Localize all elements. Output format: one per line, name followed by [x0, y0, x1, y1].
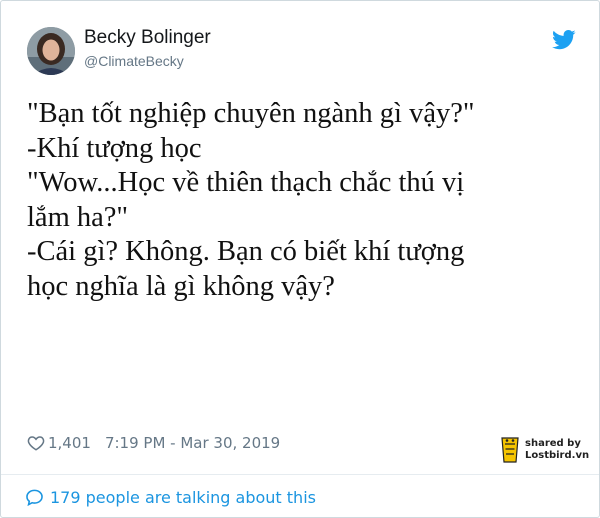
lostbird-logo-icon — [501, 437, 519, 463]
tweet-card: Becky Bolinger @ClimateBecky "Bạn tốt ng… — [0, 0, 600, 518]
twitter-bird-icon[interactable] — [552, 30, 576, 50]
speech-bubble-icon — [26, 489, 43, 506]
lostbird-badge: shared by Lostbird.vn — [499, 432, 589, 468]
heart-icon[interactable] — [27, 434, 45, 452]
author-name[interactable]: Becky Bolinger — [84, 27, 211, 49]
divider — [1, 474, 599, 475]
author-handle[interactable]: @ClimateBecky — [84, 53, 184, 69]
talking-link[interactable]: 179 people are talking about this — [25, 485, 316, 509]
badge-line-2: Lostbird.vn — [525, 450, 590, 461]
tweet-meta: 1,401 7:19 PM - Mar 30, 2019 — [27, 431, 280, 455]
badge-line-1: shared by — [525, 438, 581, 449]
avatar-image — [27, 27, 75, 75]
talking-text[interactable]: 179 people are talking about this — [50, 488, 316, 507]
avatar[interactable] — [27, 27, 75, 75]
timestamp[interactable]: 7:19 PM - Mar 30, 2019 — [105, 434, 280, 452]
like-count[interactable]: 1,401 — [48, 434, 91, 452]
tweet-text: "Bạn tốt nghiệp chuyên ngành gì vậy?" -K… — [27, 98, 475, 302]
